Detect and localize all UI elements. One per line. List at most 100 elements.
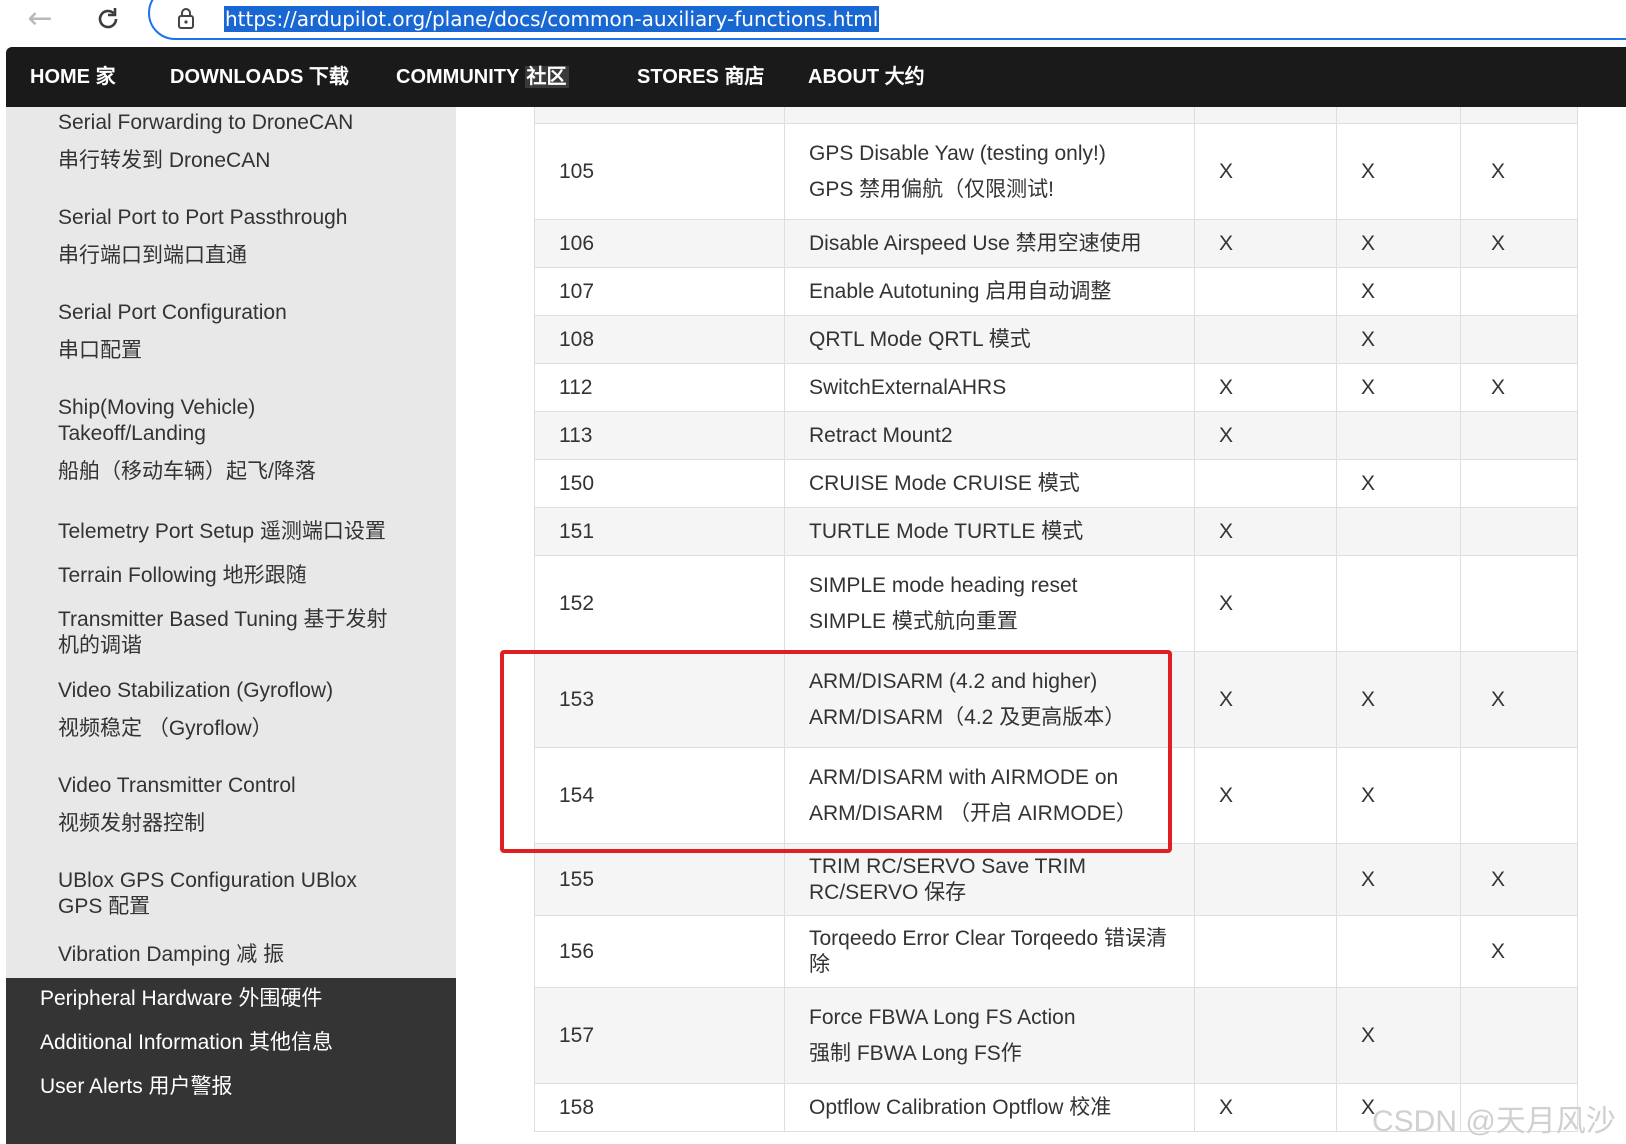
- copter-mark: X: [1336, 459, 1461, 508]
- nav-about[interactable]: ABOUT 大约: [808, 47, 925, 107]
- sidebar-item-label: UBlox GPS Configuration: [58, 869, 295, 892]
- function-number: 155: [534, 843, 785, 916]
- aux-functions-table: 105 GPS Disable Yaw (testing only!) GPS 禁…: [534, 107, 1578, 1132]
- watermark: CSDN @天月风沙: [1372, 1105, 1616, 1138]
- plane-mark: X: [1194, 1083, 1337, 1132]
- section-label: Peripheral Hardware: [40, 987, 233, 1010]
- desc-en: SwitchExternalAHRS: [809, 375, 1007, 399]
- desc-en: ARM/DISARM with AIRMODE on: [809, 765, 1119, 789]
- table-row: [534, 107, 1578, 124]
- copter-mark: X: [1336, 843, 1461, 916]
- sidebar-item-serial-port-config[interactable]: Serial Port Configuration 串口配置: [58, 300, 408, 364]
- lock-icon[interactable]: [176, 6, 196, 30]
- function-number: 153: [534, 651, 785, 748]
- desc-zh: 禁用空速使用: [1015, 231, 1142, 255]
- desc-en: GPS Disable Yaw (testing only!): [809, 141, 1106, 165]
- sidebar-section-peripheral-hardware[interactable]: Peripheral Hardware 外围硬件: [40, 986, 322, 1012]
- table-row: 157 Force FBWA Long FS Action 强制 FBWA Lon…: [534, 987, 1578, 1084]
- browser-toolbar: ← https://ardupilot.org/plane/docs/commo…: [0, 0, 1626, 46]
- nav-home-label: HOME: [30, 66, 90, 88]
- sidebar-section-additional-information[interactable]: Additional Information 其他信息: [40, 1030, 333, 1056]
- rover-mark: [1460, 411, 1578, 460]
- nav-home[interactable]: HOME 家: [30, 47, 116, 107]
- sidebar-item-label-zh: 地形跟随: [222, 564, 307, 587]
- copter-mark: [1336, 915, 1461, 988]
- sidebar-item-label: Serial Port to Port Passthrough: [58, 206, 348, 229]
- nav-community-label: COMMUNITY: [396, 66, 519, 88]
- url-text[interactable]: https://ardupilot.org/plane/docs/common-…: [224, 6, 880, 32]
- nav-downloads[interactable]: DOWNLOADS 下载: [170, 47, 349, 107]
- copter-mark: X: [1336, 747, 1461, 844]
- copter-mark: X: [1336, 267, 1461, 316]
- sidebar-item-label-zh: 视频稳定 （Gyroflow）: [58, 717, 273, 740]
- copter-mark: X: [1336, 651, 1461, 748]
- sidebar-item-label-zh: 串口配置: [58, 339, 142, 362]
- sidebar-item-terrain-following[interactable]: Terrain Following 地形跟随: [58, 563, 408, 589]
- function-description: ARM/DISARM (4.2 and higher) ARM/DISARM（4.…: [784, 651, 1195, 748]
- rover-mark: X: [1460, 843, 1578, 916]
- sidebar-item-vibration-damping[interactable]: Vibration Damping 减 振: [58, 942, 408, 968]
- table-row: 151 TURTLE Mode TURTLE 模式 X: [534, 507, 1578, 556]
- nav-stores-zh: 商店: [724, 66, 765, 88]
- sidebar-item-ship-takeoff[interactable]: Ship(Moving Vehicle) Takeoff/Landing 船舶（…: [58, 395, 316, 485]
- function-description: SIMPLE mode heading reset SIMPLE 模式航向重置: [784, 555, 1195, 652]
- plane-mark: [1194, 843, 1337, 916]
- plane-mark: X: [1194, 123, 1337, 220]
- plane-mark: X: [1194, 411, 1337, 460]
- function-description: TRIM RC/SERVO Save TRIM RC/SERVO 保存: [784, 843, 1195, 916]
- sidebar-item-label: Ship(Moving Vehicle) Takeoff/Landing: [58, 396, 256, 445]
- sidebar-item-telemetry-port[interactable]: Telemetry Port Setup 遥测端口设置: [58, 519, 408, 545]
- function-description: Torqeedo Error Clear Torqeedo 错误清除: [784, 915, 1195, 988]
- nav-community[interactable]: COMMUNITY 社区: [396, 47, 569, 107]
- reload-icon[interactable]: [88, 2, 128, 36]
- function-number: 105: [534, 123, 785, 220]
- arrow-left-icon[interactable]: ←: [20, 2, 60, 36]
- desc-en: QRTL Mode: [809, 327, 923, 351]
- function-number: 107: [534, 267, 785, 316]
- plane-mark: [1194, 987, 1337, 1084]
- copter-mark: X: [1336, 315, 1461, 364]
- nav-about-zh: 大约: [884, 66, 925, 88]
- desc-zh: ARM/DISARM（4.2 及更高版本）: [809, 705, 1126, 729]
- sidebar-item-serial-forwarding[interactable]: Serial Forwarding to DroneCAN 串行转发到 Dron…: [58, 110, 408, 174]
- rover-mark: X: [1460, 123, 1578, 220]
- sidebar-sections: Peripheral Hardware 外围硬件 Additional Info…: [6, 978, 456, 1144]
- table-row: 154 ARM/DISARM with AIRMODE on ARM/DISARM…: [534, 747, 1578, 844]
- function-number: 157: [534, 987, 785, 1084]
- desc-zh: TURTLE 模式: [954, 519, 1084, 543]
- sidebar-item-video-transmitter[interactable]: Video Transmitter Control 视频发射器控制: [58, 773, 408, 837]
- plane-mark: X: [1194, 507, 1337, 556]
- sidebar-item-ublox-gps[interactable]: UBlox GPS Configuration UBlox GPS 配置: [58, 868, 378, 920]
- nav-stores[interactable]: STORES 商店: [637, 47, 764, 107]
- rover-mark: X: [1460, 219, 1578, 268]
- desc-zh: GPS 禁用偏航（仅限测试!: [809, 177, 1055, 201]
- rover-mark: X: [1460, 915, 1578, 988]
- sidebar-item-label-zh: 串行转发到 DroneCAN: [58, 149, 271, 172]
- sidebar-item-label-zh: 串行端口到端口直通: [58, 244, 247, 267]
- sidebar-item-video-stabilization[interactable]: Video Stabilization (Gyroflow) 视频稳定 （Gyr…: [58, 678, 408, 742]
- nav-community-zh: 社区: [524, 66, 569, 88]
- function-number: 108: [534, 315, 785, 364]
- table-row: 155 TRIM RC/SERVO Save TRIM RC/SERVO 保存 …: [534, 843, 1578, 916]
- function-number: 152: [534, 555, 785, 652]
- nav-downloads-zh: 下载: [308, 66, 349, 88]
- section-label-zh: 用户警报: [148, 1075, 233, 1098]
- desc-zh: CRUISE 模式: [952, 471, 1080, 495]
- table-row: 108 QRTL Mode QRTL 模式 X: [534, 315, 1578, 364]
- function-number: 113: [534, 411, 785, 460]
- plane-mark: X: [1194, 363, 1337, 412]
- sidebar-item-label: Serial Port Configuration: [58, 301, 287, 324]
- desc-zh: 强制 FBWA Long FS作: [809, 1041, 1022, 1065]
- table-row: 153 ARM/DISARM (4.2 and higher) ARM/DISAR…: [534, 651, 1578, 748]
- plane-mark: X: [1194, 555, 1337, 652]
- copter-mark: [1336, 411, 1461, 460]
- sidebar-item-label: Vibration Damping: [58, 943, 231, 966]
- sidebar-item-port-passthrough[interactable]: Serial Port to Port Passthrough 串行端口到端口直…: [58, 205, 408, 269]
- table-row: 152 SIMPLE mode heading reset SIMPLE 模式航向…: [534, 555, 1578, 652]
- desc-en: Optflow Calibration: [809, 1095, 987, 1119]
- function-number: 158: [534, 1083, 785, 1132]
- sidebar-item-transmitter-tuning[interactable]: Transmitter Based Tuning 基于发射机的调谐: [58, 607, 398, 659]
- sidebar-section-user-alerts[interactable]: User Alerts 用户警报: [40, 1074, 233, 1100]
- function-number: 156: [534, 915, 785, 988]
- desc-zh: SIMPLE 模式航向重置: [809, 609, 1018, 633]
